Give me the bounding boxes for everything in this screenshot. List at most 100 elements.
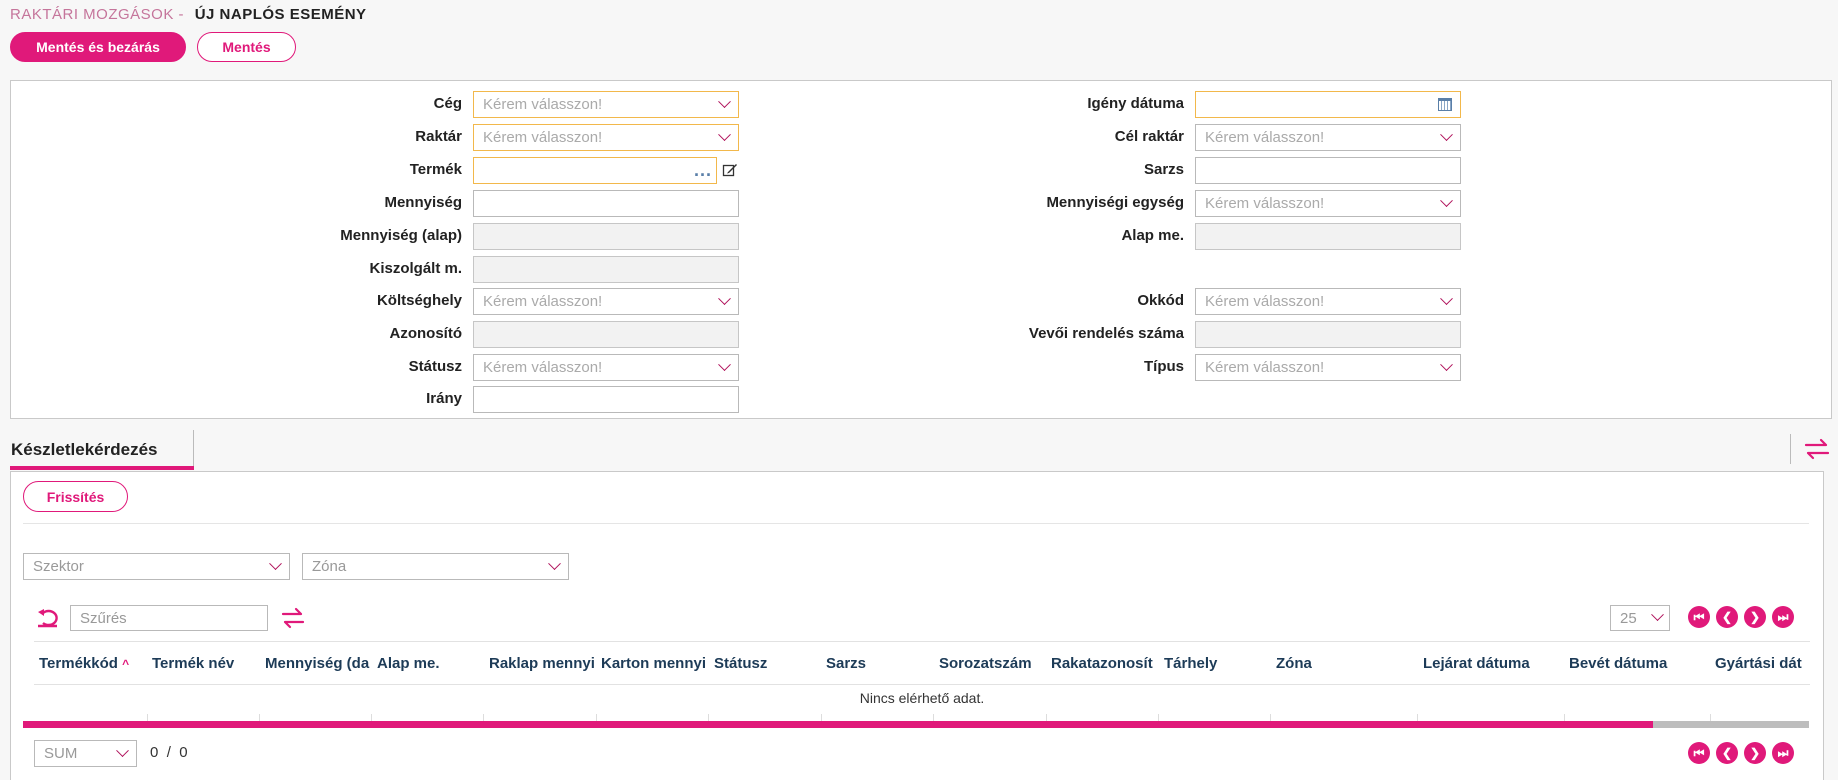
input-kiszolgalt-m[interactable]	[473, 256, 739, 283]
date-igeny-datuma[interactable]	[1195, 91, 1461, 118]
column-header-product-code[interactable]: Termékkód ^	[39, 655, 149, 672]
column-header-base-unit[interactable]: Alap me.	[377, 655, 485, 672]
input-azonosito[interactable]	[473, 321, 739, 348]
prev-page-icon[interactable]: ❮	[1716, 606, 1738, 628]
save-and-close-button[interactable]: Mentés és bezárás	[10, 32, 186, 62]
field-label-sarzs: Sarzs	[1143, 161, 1184, 178]
scrollbar-thumb[interactable]	[23, 721, 1653, 728]
column-header-serial[interactable]: Sorozatszám	[939, 655, 1047, 672]
form-panel	[10, 80, 1832, 419]
chevron-down-icon	[718, 95, 731, 109]
select-value: Kérem válasszon!	[1205, 195, 1325, 212]
field-label-kiszolgalt-m: Kiszolgált m.	[369, 260, 462, 277]
field-label-ceg: Cég	[433, 95, 462, 112]
field-label-cel-raktar: Cél raktár	[1114, 128, 1184, 145]
input-irany[interactable]	[473, 386, 739, 413]
toolbar-divider	[23, 523, 1809, 524]
save-button[interactable]: Mentés	[197, 32, 296, 62]
grid-header: Termékkód ^ Termék név Mennyiség (da Ala…	[34, 641, 1810, 685]
column-header-receipt-date[interactable]: Bevét dátuma	[1569, 655, 1709, 672]
input-alap-me[interactable]	[1195, 223, 1461, 250]
column-header-product-name[interactable]: Termék név	[152, 655, 260, 672]
swap-panels-icon[interactable]	[1802, 434, 1832, 464]
select-koltseghely[interactable]: Kérem válasszon!	[473, 288, 739, 315]
column-header-pallet-qty[interactable]: Raklap mennyi	[489, 655, 597, 672]
sort-asc-icon: ^	[122, 657, 130, 671]
select-tipus[interactable]: Kérem válasszon!	[1195, 354, 1461, 381]
column-header-zone[interactable]: Zóna	[1276, 655, 1416, 672]
chevron-down-icon	[718, 358, 731, 372]
select-statusz[interactable]: Kérem válasszon!	[473, 354, 739, 381]
prev-page-icon[interactable]: ❮	[1716, 742, 1738, 764]
input-mennyiseg[interactable]	[473, 190, 739, 217]
field-label-raktar: Raktár	[415, 128, 462, 145]
first-page-icon[interactable]: ⏮	[1688, 606, 1710, 628]
chevron-down-icon	[1440, 358, 1453, 372]
page-size-select[interactable]: 25	[1610, 605, 1670, 631]
select-cel-raktar[interactable]: Kérem válasszon!	[1195, 124, 1461, 151]
record-count-total: 0	[179, 744, 188, 761]
edit-icon[interactable]	[722, 162, 738, 178]
record-count-current: 0	[150, 744, 159, 761]
chevron-down-icon	[269, 557, 282, 571]
filter-placeholder: Szűrés	[80, 609, 127, 627]
select-value: Kérem válasszon!	[1205, 293, 1325, 310]
column-header-status[interactable]: Státusz	[714, 655, 822, 672]
input-vevoi-rendeles-szama[interactable]	[1195, 321, 1461, 348]
filter-input[interactable]: Szűrés	[70, 605, 268, 631]
select-mennyisegi-egyseg[interactable]: Kérem válasszon!	[1195, 190, 1461, 217]
select-value: Kérem válasszon!	[1205, 129, 1325, 146]
chevron-down-icon	[1440, 194, 1453, 208]
input-termek[interactable]: ...	[473, 157, 717, 184]
last-page-icon[interactable]: ⏭	[1772, 606, 1794, 628]
no-data-message: Nincs elérhető adat.	[859, 690, 985, 706]
select-value: Kérem válasszon!	[483, 293, 603, 310]
column-header-carton-qty[interactable]: Karton mennyi	[601, 655, 709, 672]
field-label-vevoi-rendeles-szama: Vevői rendelés száma	[1028, 325, 1184, 342]
page-header: RAKTÁRI MOZGÁSOK - ÚJ NAPLÓS ESEMÉNY	[10, 6, 367, 23]
field-label-mennyiseg: Mennyiség	[384, 194, 462, 211]
breadcrumb[interactable]: RAKTÁRI MOZGÁSOK -	[10, 6, 184, 23]
tab-stock-query[interactable]: Készletlekérdezés	[10, 430, 194, 470]
field-label-koltseghely: Költséghely	[376, 292, 462, 309]
column-header-stack-id[interactable]: Rakatazonosít	[1051, 655, 1159, 672]
calendar-icon[interactable]	[1438, 98, 1452, 111]
first-page-icon[interactable]: ⏮	[1688, 742, 1710, 764]
select-value: Kérem válasszon!	[483, 129, 603, 146]
field-label-mennyisegi-egyseg: Mennyiségi egység	[1046, 194, 1184, 211]
select-okkod[interactable]: Kérem válasszon!	[1195, 288, 1461, 315]
field-label-mennyiseg-alap: Mennyiség (alap)	[340, 227, 462, 244]
reset-icon[interactable]	[35, 605, 61, 631]
column-header-expiry-date[interactable]: Lejárat dátuma	[1423, 655, 1563, 672]
column-header-production-date[interactable]: Gyártási dát	[1715, 655, 1810, 672]
lookup-dots-icon[interactable]: ...	[694, 160, 712, 181]
input-mennyiseg-alap[interactable]	[473, 223, 739, 250]
column-header-location[interactable]: Tárhely	[1164, 655, 1272, 672]
tab-bar: Készletlekérdezés	[10, 430, 1832, 470]
refresh-button[interactable]: Frissítés	[23, 481, 128, 512]
field-label-alap-me: Alap me.	[1121, 227, 1184, 244]
field-label-okkod: Okkód	[1137, 292, 1184, 309]
next-page-icon[interactable]: ❯	[1744, 742, 1766, 764]
select-raktar[interactable]: Kérem válasszon!	[473, 124, 739, 151]
tab-active-indicator	[10, 466, 194, 470]
record-count-separator: /	[166, 744, 171, 761]
tab-divider	[1790, 434, 1791, 464]
column-header-quantity[interactable]: Mennyiség (da	[265, 655, 373, 672]
aggregate-select[interactable]: SUM	[34, 740, 137, 767]
sector-select[interactable]: Szektor	[23, 553, 290, 580]
page-title: ÚJ NAPLÓS ESEMÉNY	[194, 6, 367, 23]
field-label-igeny-datuma: Igény dátuma	[1087, 95, 1184, 112]
horizontal-scrollbar[interactable]	[23, 721, 1809, 728]
next-page-icon[interactable]: ❯	[1744, 606, 1766, 628]
swap-icon[interactable]	[279, 604, 307, 632]
page-size-value: 25	[1620, 609, 1637, 627]
last-page-icon[interactable]: ⏭	[1772, 742, 1794, 764]
zone-select[interactable]: Zóna	[302, 553, 569, 580]
input-sarzs[interactable]	[1195, 157, 1461, 184]
chevron-down-icon	[548, 557, 561, 571]
select-ceg[interactable]: Kérem válasszon!	[473, 91, 739, 118]
record-count: 0 / 0	[150, 744, 188, 761]
column-header-batch[interactable]: Sarzs	[826, 655, 934, 672]
field-label-azonosito: Azonosító	[389, 325, 463, 342]
